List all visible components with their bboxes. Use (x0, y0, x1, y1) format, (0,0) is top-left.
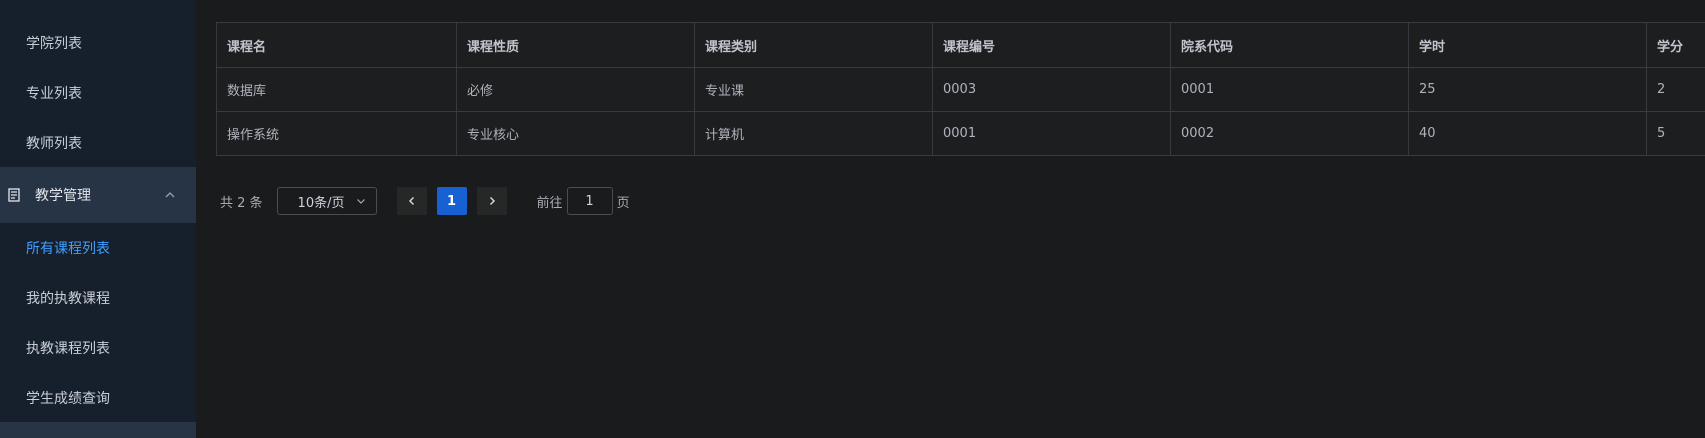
sidebar-item-major-list[interactable]: 专业列表 (0, 68, 196, 118)
table-cell: 专业核心 (456, 111, 695, 156)
sidebar-item-teacher-list[interactable]: 教师列表 (0, 118, 196, 168)
chevron-right-icon (489, 196, 495, 206)
column-header-course-nature: 课程性质 (456, 22, 695, 68)
goto-suffix-label: 页 (616, 195, 630, 211)
page-number-button[interactable]: 1 (436, 187, 467, 215)
column-header-hours: 学时 (1408, 22, 1647, 68)
column-header-dept-code: 院系代码 (1170, 22, 1409, 68)
table-cell: 0002 (1170, 111, 1409, 156)
sidebar-group-teaching[interactable]: 教学管理 (0, 167, 196, 223)
column-header-course-name: 课程名 (216, 22, 457, 68)
sidebar-item-student-grades[interactable]: 学生成绩查询 (0, 373, 196, 423)
course-table: 课程名 课程性质 课程类别 课程编号 院系代码 学时 学分 数据库 必修 专业课… (216, 22, 1705, 156)
sidebar-item-label: 专业列表 (26, 86, 82, 102)
sidebar-item-label: 所有课程列表 (26, 241, 110, 257)
goto-page-input[interactable] (566, 187, 613, 215)
table-cell: 2 (1646, 67, 1705, 112)
sidebar-item-label: 教师列表 (26, 136, 82, 152)
chevron-up-icon (165, 192, 175, 198)
table-cell: 40 (1408, 111, 1647, 156)
table-cell: 计算机 (694, 111, 933, 156)
chevron-left-icon (408, 196, 414, 206)
pagination: 共 2 条 10条/页 1 前往 页 (220, 187, 630, 215)
sidebar-item-label: 学生成绩查询 (26, 391, 110, 407)
sidebar-item-college-list[interactable]: 学院列表 (0, 18, 196, 68)
table-cell: 必修 (456, 67, 695, 112)
column-header-course-category: 课程类别 (694, 22, 933, 68)
document-icon (8, 188, 20, 202)
table-header-row: 课程名 课程性质 课程类别 课程编号 院系代码 学时 学分 (216, 22, 1705, 68)
sidebar-item-all-courses[interactable]: 所有课程列表 (0, 223, 196, 273)
sidebar-group-label: 教学管理 (35, 188, 91, 204)
page-size-select[interactable]: 10条/页 (276, 187, 377, 215)
sidebar: 学院列表 专业列表 教师列表 教学管理 所有课程列表 我的执教课程 执教课程列表… (0, 0, 196, 438)
column-header-credits: 学分 (1646, 22, 1705, 68)
sidebar-item-label: 我的执教课程 (26, 291, 110, 307)
column-header-course-code: 课程编号 (932, 22, 1171, 68)
goto-prefix-label: 前往 (536, 195, 563, 211)
table-cell: 0003 (932, 67, 1171, 112)
page-size-value: 10条/页 (297, 195, 345, 211)
prev-page-button[interactable] (396, 187, 427, 215)
next-page-button[interactable] (476, 187, 507, 215)
table-row[interactable]: 数据库 必修 专业课 0003 0001 25 2 (216, 67, 1705, 112)
table-cell: 0001 (1170, 67, 1409, 112)
table-row[interactable]: 操作系统 专业核心 计算机 0001 0002 40 5 (216, 111, 1705, 156)
table-cell: 专业课 (694, 67, 933, 112)
sidebar-item-label: 执教课程列表 (26, 341, 110, 357)
pagination-total: 共 2 条 (220, 195, 263, 211)
sidebar-item-my-courses[interactable]: 我的执教课程 (0, 273, 196, 323)
table-cell: 25 (1408, 67, 1647, 112)
sidebar-item-teaching-course-list[interactable]: 执教课程列表 (0, 323, 196, 373)
main-content: 课程名 课程性质 课程类别 课程编号 院系代码 学时 学分 数据库 必修 专业课… (196, 0, 1705, 438)
table-cell: 数据库 (216, 67, 457, 112)
sidebar-group-next[interactable] (0, 422, 196, 438)
sidebar-item-label: 学院列表 (26, 36, 82, 52)
table-cell: 操作系统 (216, 111, 457, 156)
table-cell: 0001 (932, 111, 1171, 156)
table-cell: 5 (1646, 111, 1705, 156)
chevron-down-icon (356, 199, 365, 204)
